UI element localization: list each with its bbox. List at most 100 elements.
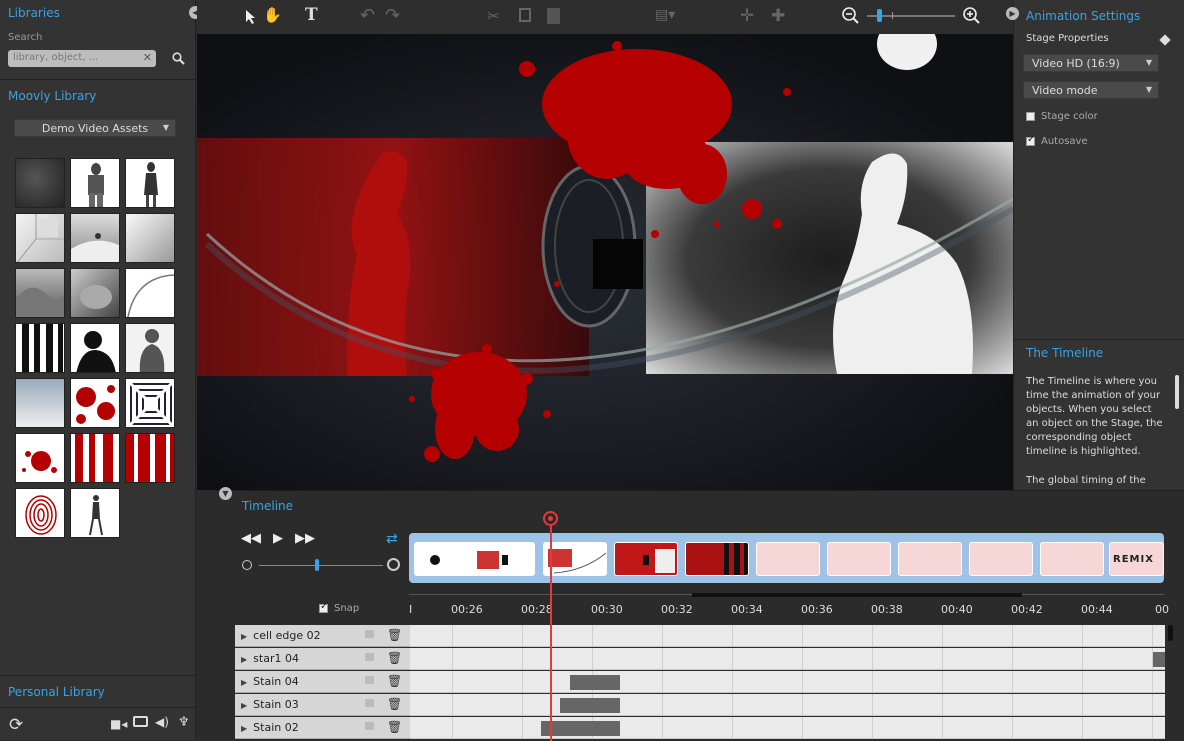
lock-icon[interactable] bbox=[365, 676, 374, 684]
trash-icon[interactable]: 🗑 bbox=[387, 674, 402, 688]
asset-thumbnail-walking-woman[interactable] bbox=[70, 488, 120, 538]
preview-clip[interactable] bbox=[471, 542, 535, 576]
preview-clip[interactable] bbox=[827, 542, 891, 576]
autosave-checkbox[interactable] bbox=[1026, 134, 1035, 146]
video-camera-icon[interactable]: ■◂ bbox=[110, 717, 127, 731]
lock-icon[interactable] bbox=[365, 722, 374, 730]
preview-clip-remix[interactable]: REMIX bbox=[1109, 542, 1164, 576]
zoom-slider-handle[interactable] bbox=[877, 9, 882, 22]
stage-color-option[interactable]: Stage color bbox=[1026, 111, 1098, 122]
cut-icon[interactable]: ✂ bbox=[487, 7, 500, 25]
lock-icon[interactable] bbox=[365, 630, 374, 638]
timeline-row-track[interactable] bbox=[410, 717, 1165, 739]
trash-icon[interactable]: 🗑 bbox=[387, 628, 402, 642]
asset-thumbnail-pattern[interactable] bbox=[125, 378, 175, 428]
collapse-right-icon[interactable]: ▶ bbox=[1006, 7, 1019, 20]
asset-thumbnail-lens[interactable] bbox=[125, 268, 175, 318]
select-arrow-icon[interactable] bbox=[245, 9, 257, 25]
asset-thumbnail-man[interactable] bbox=[70, 158, 120, 208]
distribute-vertical-icon[interactable]: ✚ bbox=[771, 6, 785, 26]
search-input[interactable]: library, object, ... ✕ bbox=[8, 50, 156, 67]
trash-icon[interactable]: 🗑 bbox=[387, 720, 402, 734]
expand-row-icon[interactable]: ▶ bbox=[241, 701, 247, 710]
timeline-row-label[interactable]: ▶ star1 04 🗑 bbox=[235, 648, 410, 670]
redo-icon[interactable]: ↷ bbox=[385, 5, 400, 26]
preview-clip[interactable] bbox=[969, 542, 1033, 576]
expand-row-icon[interactable]: ▶ bbox=[241, 655, 247, 664]
timeline-row[interactable]: ▶ cell edge 02 🗑 bbox=[235, 625, 1165, 647]
lock-icon[interactable] bbox=[365, 699, 374, 707]
hand-pan-icon[interactable]: ✋ bbox=[263, 6, 282, 24]
preview-clip[interactable] bbox=[414, 542, 478, 576]
asset-thumbnail-surfer[interactable] bbox=[70, 213, 120, 263]
expand-row-icon[interactable]: ▶ bbox=[241, 678, 247, 687]
undo-icon[interactable]: ↶ bbox=[360, 5, 375, 26]
play-icon[interactable]: ▶ bbox=[273, 531, 283, 546]
asset-library-dropdown[interactable]: Demo Video Assets ▼ bbox=[14, 119, 176, 137]
loop-icon[interactable]: ⇄ bbox=[386, 531, 398, 547]
animation-bar[interactable] bbox=[560, 698, 620, 713]
speed-slider-track[interactable] bbox=[259, 565, 383, 566]
asset-thumbnail-face[interactable] bbox=[70, 268, 120, 318]
preview-clip[interactable] bbox=[614, 542, 678, 576]
playhead-handle[interactable] bbox=[543, 511, 558, 526]
timeline-row-label[interactable]: ▶ Stain 02 🗑 bbox=[235, 717, 410, 739]
stage-canvas[interactable] bbox=[197, 34, 1013, 490]
trash-icon[interactable]: 🗑 bbox=[387, 697, 402, 711]
speed-slider-handle[interactable] bbox=[315, 559, 319, 571]
asset-thumbnail-dark-texture[interactable] bbox=[15, 158, 65, 208]
asset-thumbnail-silhouette-phone[interactable] bbox=[70, 323, 120, 373]
asset-thumbnail-clouds-light[interactable] bbox=[125, 213, 175, 263]
expand-row-icon[interactable]: ▶ bbox=[241, 632, 247, 641]
asset-thumbnail-room[interactable] bbox=[15, 213, 65, 263]
asset-thumbnail-clouds[interactable] bbox=[15, 378, 65, 428]
collapse-timeline-icon[interactable]: ▼ bbox=[219, 487, 232, 500]
asset-thumbnail-legs[interactable] bbox=[15, 323, 65, 373]
autosave-option[interactable]: Autosave bbox=[1026, 134, 1088, 147]
audio-icon[interactable]: ◀) bbox=[155, 715, 169, 729]
timeline-row-track[interactable] bbox=[410, 648, 1165, 670]
align-icon[interactable]: ▤▾ bbox=[655, 7, 675, 23]
asset-thumbnail-blood-splat[interactable] bbox=[15, 433, 65, 483]
distribute-horizontal-icon[interactable]: ✛ bbox=[740, 6, 754, 26]
trash-icon[interactable]: 🗑 bbox=[387, 651, 402, 665]
timeline-row-label[interactable]: ▶ Stain 04 🗑 bbox=[235, 671, 410, 693]
timeline-row[interactable]: ▶ Stain 02 🗑 bbox=[235, 717, 1165, 739]
timeline-row-label[interactable]: ▶ cell edge 02 🗑 bbox=[235, 625, 410, 647]
rows-scrollbar[interactable] bbox=[1168, 625, 1173, 641]
keyframe-diamond-icon[interactable] bbox=[1159, 34, 1171, 46]
text-tool-icon[interactable]: T bbox=[305, 5, 318, 25]
fast-forward-icon[interactable]: ▶▶ bbox=[295, 531, 315, 546]
timeline-row[interactable]: ▶ star1 04 🗑 bbox=[235, 648, 1165, 670]
snap-checkbox[interactable] bbox=[319, 601, 328, 613]
animation-bar[interactable] bbox=[541, 721, 620, 736]
help-scrollbar[interactable] bbox=[1175, 375, 1179, 409]
refresh-icon[interactable]: ⟳ bbox=[9, 715, 23, 735]
timeline-row-track[interactable] bbox=[410, 625, 1165, 647]
zoom-in-icon[interactable] bbox=[963, 7, 981, 25]
preview-clip[interactable] bbox=[1040, 542, 1104, 576]
asset-thumbnail-woman[interactable] bbox=[125, 158, 175, 208]
asset-thumbnail-blood-stains[interactable] bbox=[70, 378, 120, 428]
preview-clip[interactable] bbox=[898, 542, 962, 576]
rewind-icon[interactable]: ◀◀ bbox=[241, 531, 261, 546]
timeline-row-track[interactable] bbox=[410, 671, 1165, 693]
timeline-row-label[interactable]: ▶ Stain 03 🗑 bbox=[235, 694, 410, 716]
stage-color-checkbox[interactable] bbox=[1026, 111, 1035, 121]
timeline-row-track[interactable] bbox=[410, 694, 1165, 716]
lock-icon[interactable] bbox=[365, 653, 374, 661]
resolution-dropdown[interactable]: Video HD (16:9) ▼ bbox=[1023, 54, 1159, 72]
expand-row-icon[interactable]: ▶ bbox=[241, 724, 247, 733]
preview-clip[interactable] bbox=[685, 542, 749, 576]
asset-thumbnail-red-stripes-2[interactable] bbox=[125, 433, 175, 483]
camera-icon[interactable] bbox=[133, 716, 148, 727]
timeline-row[interactable]: ▶ Stain 03 🗑 bbox=[235, 694, 1165, 716]
asset-thumbnail-fingerprint[interactable] bbox=[15, 488, 65, 538]
timeline-scroll-thumb[interactable] bbox=[692, 593, 1022, 597]
asset-thumbnail-red-stripes[interactable] bbox=[70, 433, 120, 483]
timeline-row[interactable]: ▶ Stain 04 🗑 bbox=[235, 671, 1165, 693]
paste-icon[interactable] bbox=[547, 8, 560, 24]
asset-thumbnail-silhouette-body[interactable] bbox=[125, 323, 175, 373]
preview-clip[interactable] bbox=[756, 542, 820, 576]
preview-clip[interactable] bbox=[543, 542, 607, 576]
